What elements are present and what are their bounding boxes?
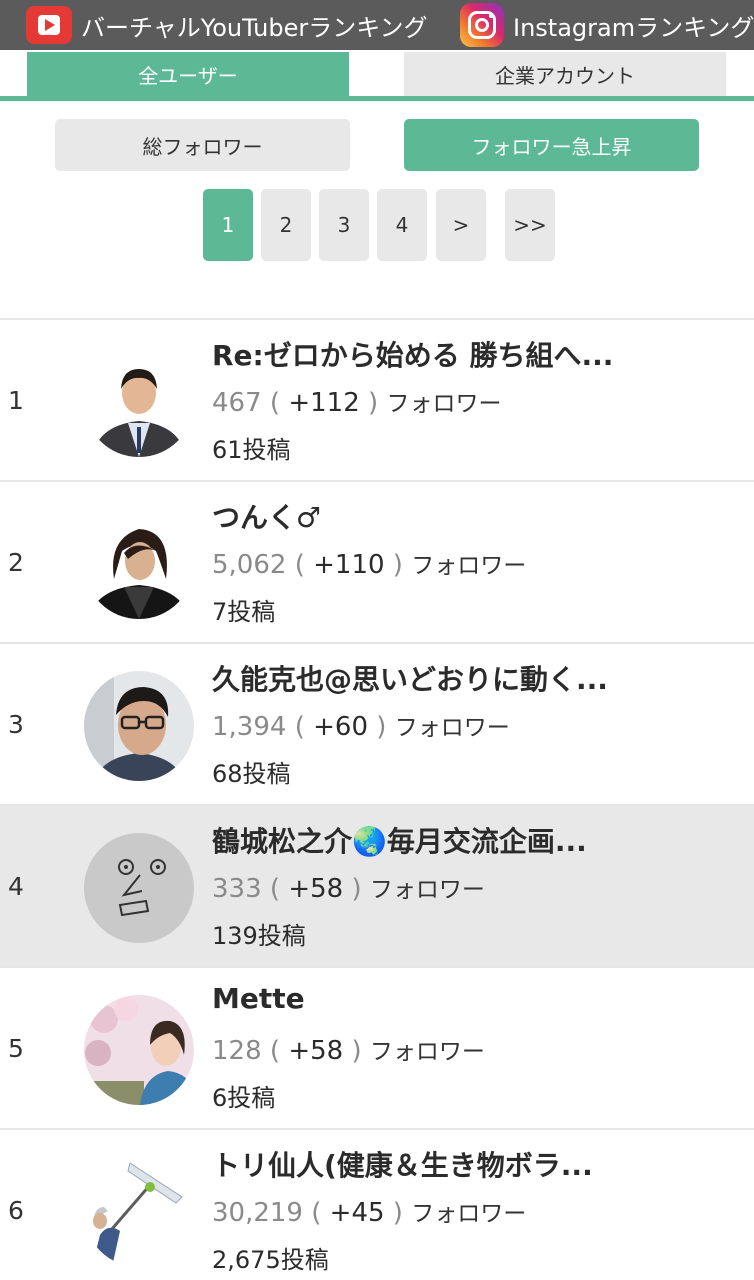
ranking-row[interactable]: 3 久能克也@思いどおりに動く... 1,394 ( +60 ) フォロワー 6… [0, 642, 754, 804]
follower-increase: +112 [288, 388, 360, 418]
youtube-ranking-label: バーチャルYouTuberランキング [81, 13, 428, 42]
post-count: 61投稿 [212, 436, 291, 464]
tab-underline [0, 96, 754, 101]
follower-stats: 333 ( +58 ) フォロワー [212, 874, 485, 904]
page-1-button[interactable]: 1 [203, 189, 253, 261]
follower-count: 30,219 [212, 1198, 303, 1228]
instagram-ranking-label: Instagramランキング [513, 13, 754, 42]
avatar[interactable] [84, 347, 194, 457]
ranking-row[interactable]: 6 トリ仙人(健康＆生き物ボラ... 30,219 ( +45 ) フォロワー … [0, 1128, 754, 1280]
rank-number: 4 [8, 872, 24, 901]
follower-unit: フォロワー [394, 715, 510, 741]
instagram-icon [460, 3, 504, 47]
follower-count: 128 [212, 1036, 262, 1066]
follower-count: 467 [212, 388, 262, 418]
account-name[interactable]: Mette [212, 982, 742, 1015]
tab-corporate-accounts[interactable]: 企業アカウント [404, 52, 726, 96]
rank-number: 5 [8, 1034, 24, 1063]
follower-count: 333 [212, 874, 262, 904]
avatar[interactable] [84, 671, 194, 781]
account-name[interactable]: トリ仙人(健康＆生き物ボラ... [212, 1144, 742, 1184]
follower-surge-button[interactable]: フォロワー急上昇 [404, 119, 699, 171]
follower-unit: フォロワー [411, 553, 527, 579]
account-name[interactable]: 鶴城松之介🌏毎月交流企画... [212, 820, 742, 860]
page-2-button[interactable]: 2 [261, 189, 311, 261]
follower-increase: +60 [313, 712, 368, 742]
follower-stats: 128 ( +58 ) フォロワー [212, 1036, 485, 1066]
avatar[interactable] [84, 833, 194, 943]
youtube-icon [26, 6, 72, 44]
ranking-row[interactable]: 2 つんく♂ 5,062 ( +110 ) フォロワー 7投稿 [0, 480, 754, 642]
follower-increase: +58 [288, 874, 344, 904]
total-followers-button[interactable]: 総フォロワー [55, 119, 350, 171]
top-banner: バーチャルYouTuberランキング Instagramランキング [0, 0, 754, 50]
follower-unit: フォロワー [369, 1039, 485, 1065]
rank-number: 2 [8, 548, 24, 577]
youtube-ranking-link[interactable]: バーチャルYouTuberランキング [26, 0, 428, 50]
account-name[interactable]: Re:ゼロから始める 勝ち組へ... [212, 334, 742, 374]
rank-number: 6 [8, 1196, 24, 1225]
ranking-row[interactable]: 4 鶴城松之介🌏毎月交流企画... 333 ( +58 ) フォロワー 139投… [0, 804, 754, 966]
avatar[interactable] [84, 995, 194, 1105]
follower-stats: 467 ( +112 ) フォロワー [212, 388, 502, 418]
instagram-ranking-link[interactable]: Instagramランキング [460, 0, 754, 50]
follower-unit: フォロワー [411, 1201, 527, 1227]
follower-increase: +45 [329, 1198, 385, 1228]
post-count: 2,675投稿 [212, 1246, 329, 1274]
post-count: 139投稿 [212, 922, 306, 950]
follower-increase: +110 [313, 550, 385, 580]
follower-count: 5,062 [212, 550, 287, 580]
follower-count: 1,394 [212, 712, 287, 742]
post-count: 6投稿 [212, 1084, 276, 1112]
avatar[interactable] [84, 509, 194, 619]
account-name[interactable]: 久能克也@思いどおりに動く... [212, 658, 742, 698]
follower-unit: フォロワー [369, 877, 485, 903]
rank-number: 3 [8, 710, 24, 739]
page-4-button[interactable]: 4 [377, 189, 427, 261]
follower-stats: 30,219 ( +45 ) フォロワー [212, 1198, 527, 1228]
next-page-button[interactable]: > [436, 189, 486, 261]
page-3-button[interactable]: 3 [319, 189, 369, 261]
last-page-button[interactable]: >> [505, 189, 555, 261]
follower-increase: +58 [288, 1036, 344, 1066]
tab-all-users[interactable]: 全ユーザー [27, 52, 349, 96]
avatar[interactable] [84, 1157, 194, 1267]
post-count: 7投稿 [212, 598, 276, 626]
ranking-row[interactable]: 1 Re:ゼロから始める 勝ち組へ... 467 ( +112 ) フォロワー … [0, 318, 754, 480]
ranking-row[interactable]: 5 Mette 128 ( +58 ) フォロワー 6投稿 [0, 966, 754, 1128]
account-name[interactable]: つんく♂ [212, 496, 742, 536]
rank-number: 1 [8, 386, 24, 415]
follower-unit: フォロワー [386, 391, 502, 417]
follower-stats: 1,394 ( +60 ) フォロワー [212, 712, 510, 742]
follower-stats: 5,062 ( +110 ) フォロワー [212, 550, 527, 580]
post-count: 68投稿 [212, 760, 291, 788]
